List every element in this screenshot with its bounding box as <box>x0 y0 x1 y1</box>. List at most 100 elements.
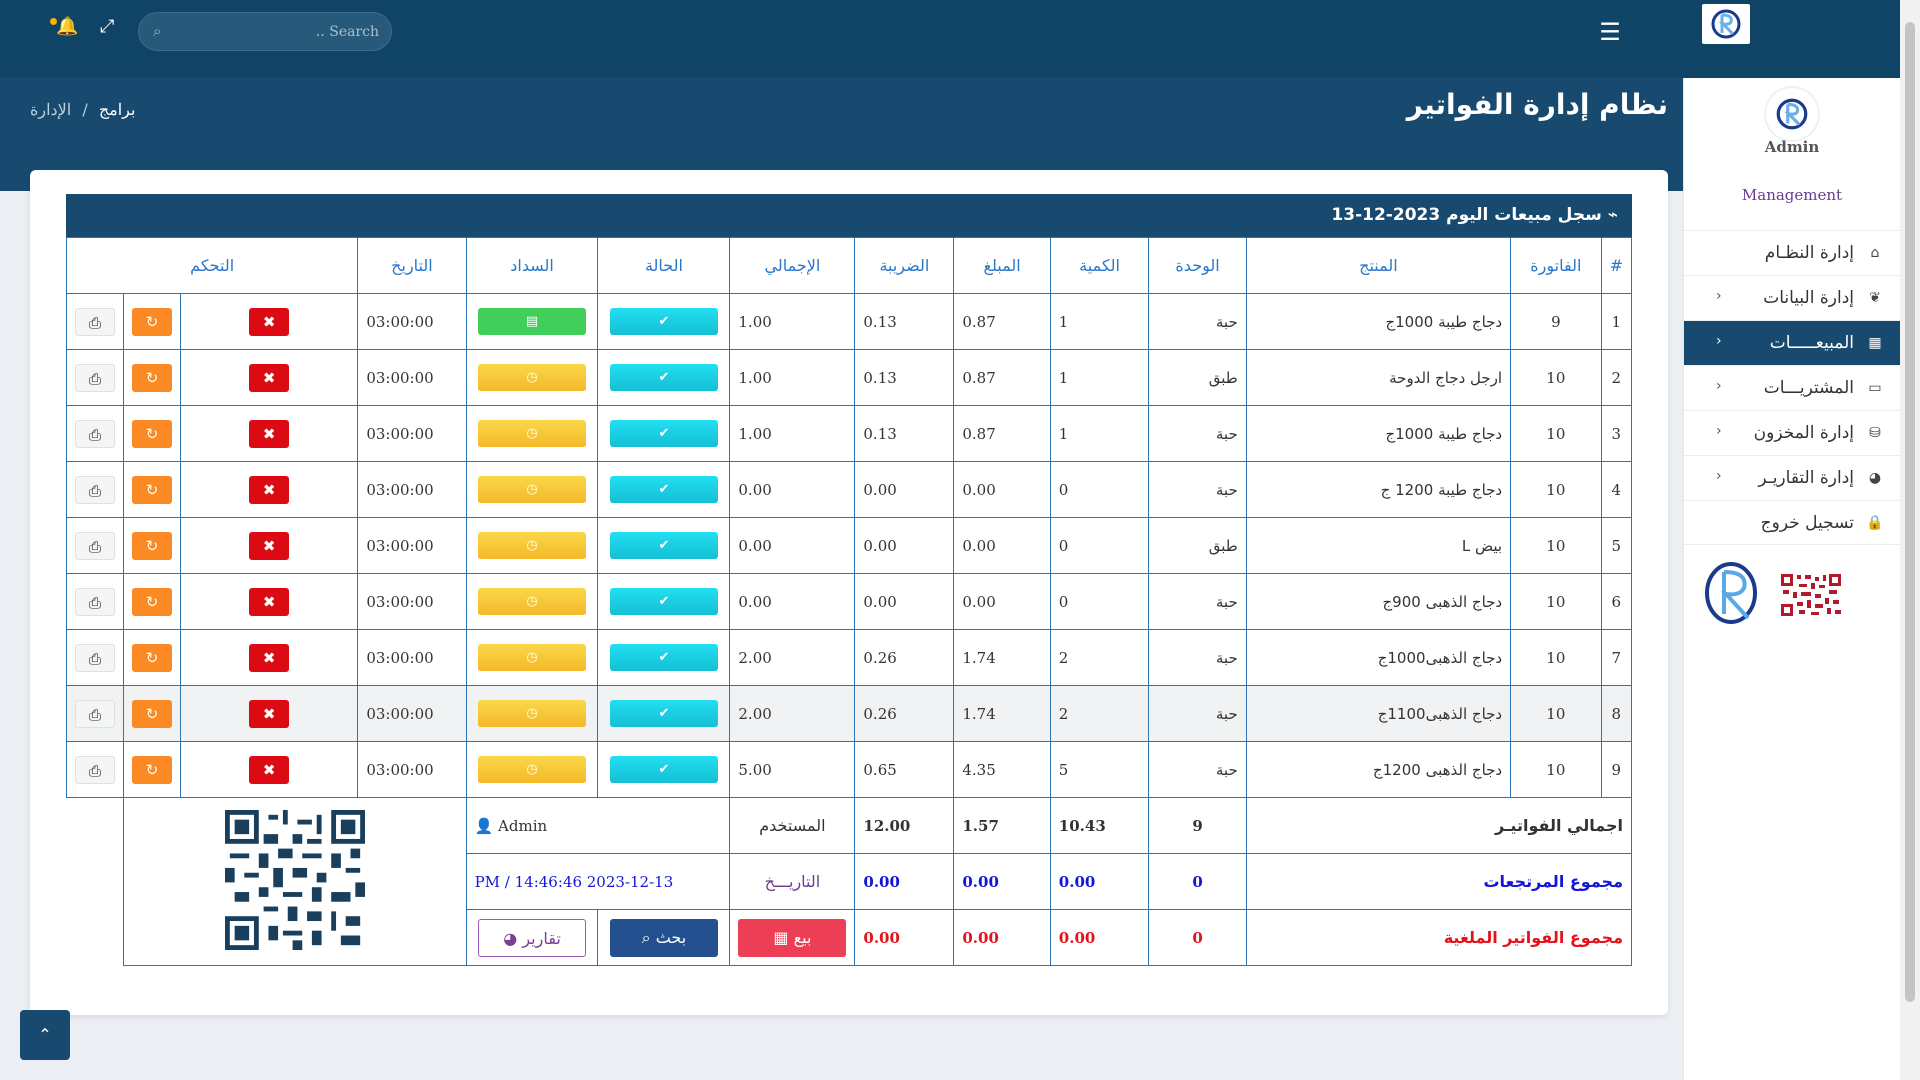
cell-tax: 0.00 <box>854 573 955 630</box>
payment-pending-badge[interactable]: ◷ <box>478 532 587 559</box>
sidebar-item-reports[interactable]: › إدارة التقاريـر ◕ <box>1684 455 1900 500</box>
payment-pending-badge[interactable]: ◷ <box>478 588 587 615</box>
sidebar-item-purchases[interactable]: › المشتريـــات ▭ <box>1684 365 1900 410</box>
fullscreen-icon[interactable]: ⤢ <box>100 16 114 37</box>
menu-toggle-icon[interactable]: ☰ <box>1598 20 1622 44</box>
undo-button[interactable]: ↻ <box>132 587 172 616</box>
sell-cell: بيع ▦ <box>729 909 856 966</box>
print-button[interactable]: ⎙ <box>75 307 115 336</box>
sidebar-item-logout[interactable]: تسجيل خروج 🔒 <box>1684 500 1900 545</box>
cell-product: دجاج طيبة 1000ج <box>1245 293 1512 350</box>
page-scrollbar[interactable] <box>1900 0 1920 1080</box>
status-badge[interactable]: ✔ <box>609 588 718 615</box>
cell-index: 5 <box>1600 517 1633 574</box>
scroll-to-top-button[interactable]: ⌃ <box>20 1010 70 1060</box>
undo-button[interactable]: ↻ <box>132 699 172 728</box>
sidebar-item-label: تسجيل خروج <box>1760 512 1854 533</box>
payment-pending-badge[interactable]: ◷ <box>478 364 587 391</box>
cell-unit: حبة <box>1148 461 1247 518</box>
delete-button[interactable]: ✖ <box>249 699 290 728</box>
undo-button[interactable]: ↻ <box>132 363 172 392</box>
delete-button[interactable]: ✖ <box>249 643 290 672</box>
status-badge[interactable]: ✔ <box>609 756 718 783</box>
col-header-unit: الوحدة <box>1148 237 1247 294</box>
leaf-icon: ❦ <box>1869 290 1881 306</box>
payment-pending-badge[interactable]: ◷ <box>478 420 587 447</box>
summary-qty: 0 <box>1148 853 1247 910</box>
payment-cash-badge[interactable]: ▤ <box>478 308 587 335</box>
brand-logo[interactable] <box>1702 4 1750 44</box>
print-button[interactable]: ⎙ <box>75 475 115 504</box>
cell-time: 03:00:00 <box>357 685 467 742</box>
payment-pending-badge[interactable]: ◷ <box>478 476 587 503</box>
search-input[interactable] <box>179 19 379 45</box>
undo-button[interactable]: ↻ <box>132 755 172 784</box>
payment-pending-badge[interactable]: ◷ <box>478 700 587 727</box>
undo-icon: ↻ <box>145 368 159 387</box>
cell-status: ✔ <box>597 629 731 686</box>
sidebar-item-system[interactable]: إدارة النظـام ⌂ <box>1684 230 1900 275</box>
search-icon[interactable]: ⌕ <box>153 22 161 40</box>
summary-label: مجموع الفواتير الملغية <box>1245 909 1633 966</box>
status-badge[interactable]: ✔ <box>609 644 718 671</box>
cell-print: ⎙ <box>66 629 124 686</box>
delete-button[interactable]: ✖ <box>249 307 290 336</box>
sell-button[interactable]: بيع ▦ <box>738 918 847 957</box>
status-badge[interactable]: ✔ <box>609 700 718 727</box>
summary-total: 12.00 <box>854 797 955 854</box>
sidebar-item-sales[interactable]: › المبيعـــــات ▦ <box>1684 320 1900 365</box>
payment-pending-badge[interactable]: ◷ <box>478 756 587 783</box>
delete-button[interactable]: ✖ <box>249 587 290 616</box>
undo-button[interactable]: ↻ <box>132 643 172 672</box>
delete-button[interactable]: ✖ <box>249 363 290 392</box>
undo-button[interactable]: ↻ <box>132 475 172 504</box>
status-badge[interactable]: ✔ <box>609 476 718 503</box>
print-icon: ⎙ <box>88 313 101 332</box>
undo-icon: ↻ <box>145 536 159 555</box>
delete-button[interactable]: ✖ <box>249 755 290 784</box>
close-icon: ✖ <box>262 704 276 723</box>
cell-index: 7 <box>1600 629 1633 686</box>
status-badge[interactable]: ✔ <box>609 364 718 391</box>
sidebar-item-label: إدارة التقاريـر <box>1758 468 1854 488</box>
delete-button[interactable]: ✖ <box>249 419 290 448</box>
bell-icon[interactable]: 🔔 <box>56 16 78 37</box>
reports-button[interactable]: تقارير ◕ <box>478 918 587 957</box>
delete-button[interactable]: ✖ <box>249 475 290 504</box>
undo-button[interactable]: ↻ <box>132 531 172 560</box>
scrollbar-thumb[interactable] <box>1905 22 1915 1002</box>
cell-undo: ↻ <box>123 405 181 462</box>
breadcrumb-parent[interactable]: الإدارة <box>30 100 71 119</box>
cell-status: ✔ <box>597 741 731 798</box>
col-header-qty: الكمية <box>1049 237 1150 294</box>
status-badge[interactable]: ✔ <box>609 308 718 335</box>
print-button[interactable]: ⎙ <box>75 419 115 448</box>
col-header-total: الإجمالي <box>729 237 856 294</box>
cell-status: ✔ <box>597 293 731 350</box>
undo-button[interactable]: ↻ <box>132 307 172 336</box>
status-badge[interactable]: ✔ <box>609 532 718 559</box>
print-button[interactable]: ⎙ <box>75 643 115 672</box>
sidebar-item-inventory[interactable]: › إدارة المخزون ⛁ <box>1684 410 1900 455</box>
check-icon: ✔ <box>658 538 670 553</box>
sales-table: # الفاتورة المنتج الوحدة الكمية المبلغ ا… <box>65 237 1633 966</box>
print-button[interactable]: ⎙ <box>75 755 115 784</box>
status-badge[interactable]: ✔ <box>609 420 718 447</box>
print-button[interactable]: ⎙ <box>75 363 115 392</box>
delete-button[interactable]: ✖ <box>249 531 290 560</box>
table-row: 6 10 دجاج الذهبى 900ج حبة 0 0.00 0.00 0.00 ✔ ◷ 03:… <box>66 573 1633 630</box>
summary-qty: 9 <box>1148 797 1247 854</box>
check-icon: ✔ <box>658 314 670 329</box>
print-button[interactable]: ⎙ <box>75 587 115 616</box>
sell-label: بيع <box>793 927 812 947</box>
print-button[interactable]: ⎙ <box>75 531 115 560</box>
chevron-icon: › <box>1716 423 1722 439</box>
breadcrumb-current: برامج <box>98 100 136 119</box>
avatar[interactable] <box>1766 88 1818 140</box>
print-button[interactable]: ⎙ <box>75 699 115 728</box>
payment-pending-badge[interactable]: ◷ <box>478 644 587 671</box>
sidebar-item-data[interactable]: › إدارة البيانات ❦ <box>1684 275 1900 320</box>
undo-button[interactable]: ↻ <box>132 419 172 448</box>
search-button[interactable]: بحث ⌕ <box>609 918 718 957</box>
cell-tax: 0.13 <box>854 405 955 462</box>
